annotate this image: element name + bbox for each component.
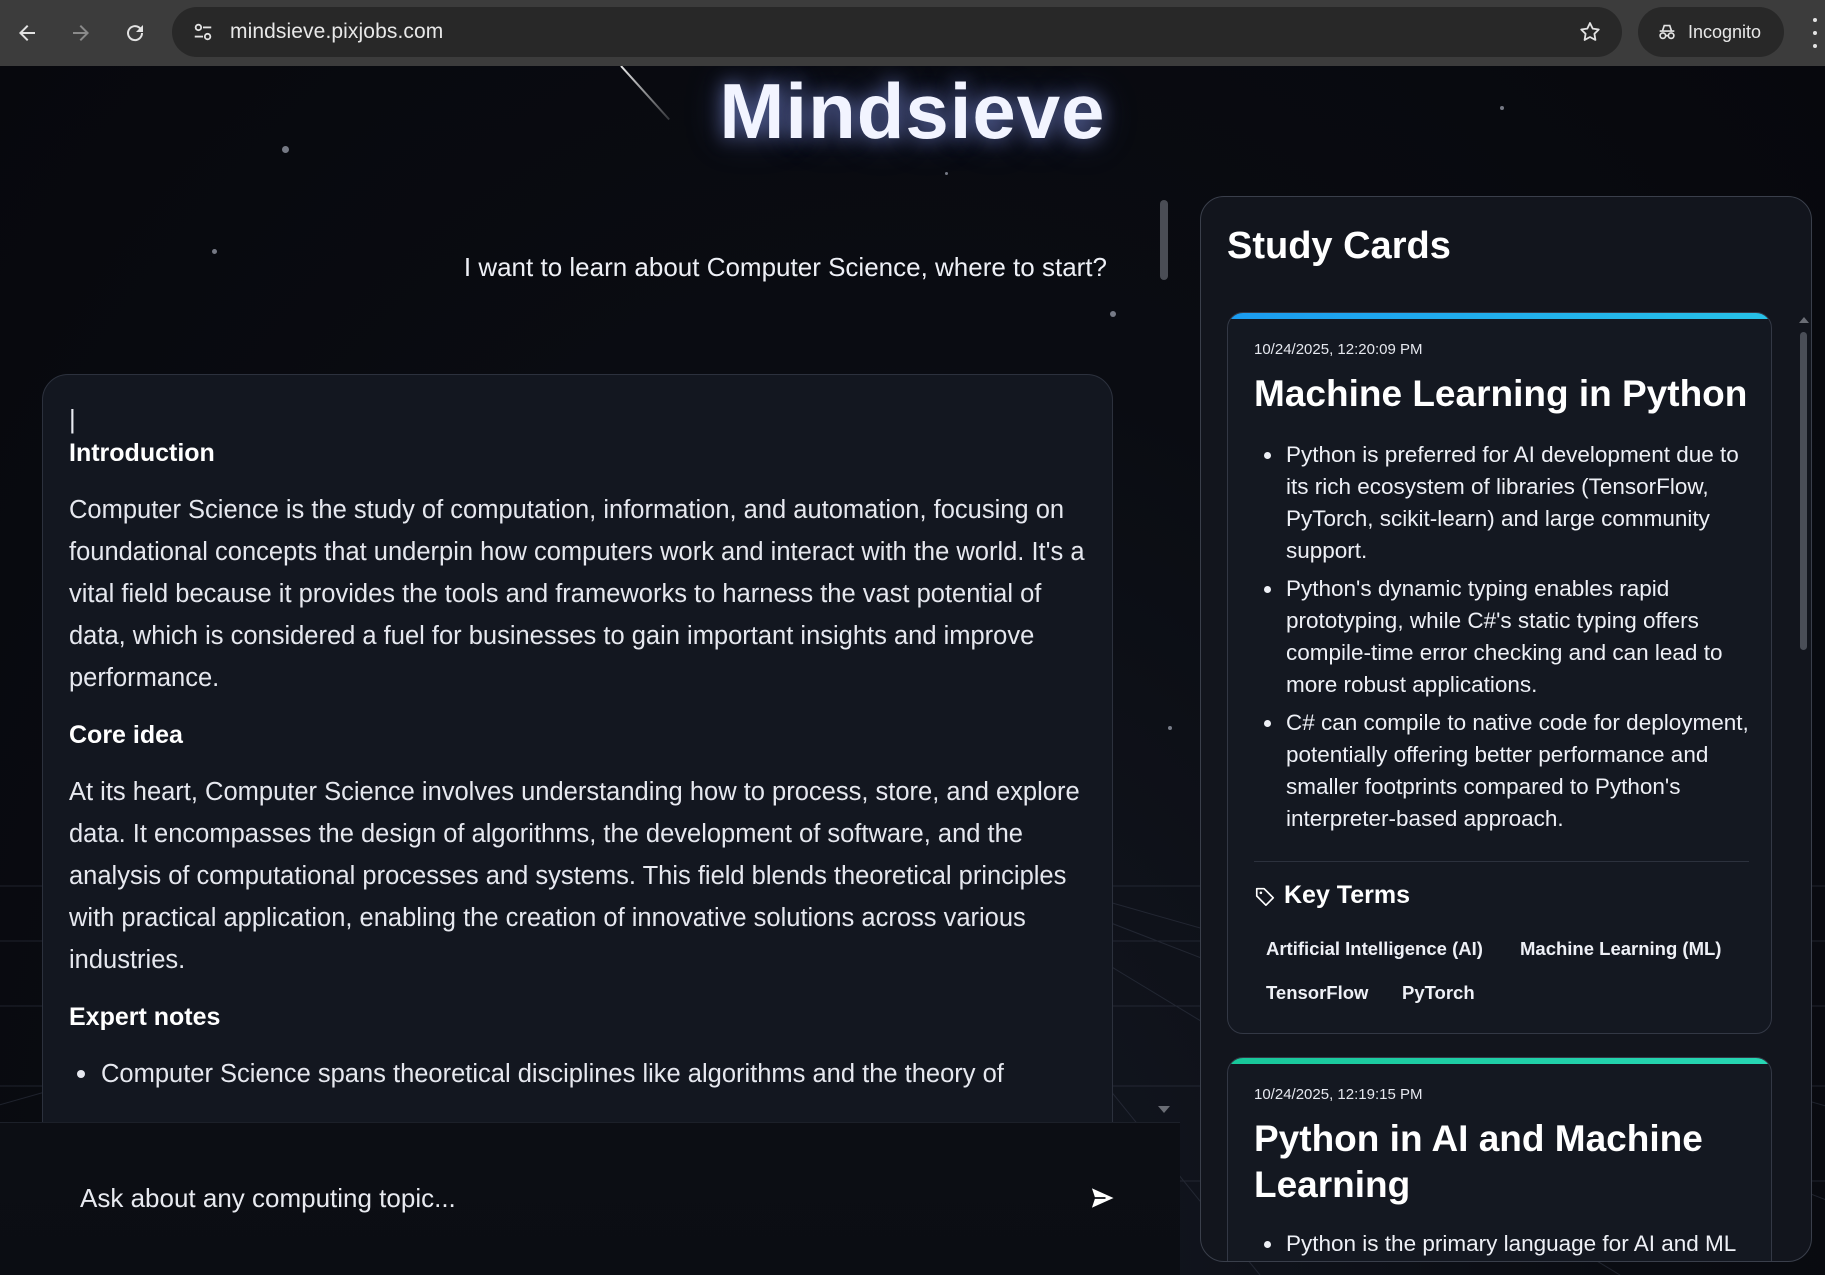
background-star xyxy=(945,172,948,175)
send-button[interactable] xyxy=(1086,1181,1120,1215)
chat-scroll-down-arrow[interactable] xyxy=(1158,1106,1170,1113)
app-title: Mindsieve xyxy=(719,67,1106,155)
card-divider xyxy=(1254,861,1749,862)
card-points-list: Python is the primary language for AI an… xyxy=(1254,1228,1749,1261)
text-cursor: | xyxy=(69,404,76,434)
section-heading-introduction: Introduction xyxy=(69,439,215,467)
chat-scrollbar[interactable] xyxy=(1160,200,1168,280)
study-card[interactable]: 10/24/2025, 12:20:09 PM Machine Learning… xyxy=(1227,312,1772,1034)
site-info-button[interactable] xyxy=(178,7,228,57)
key-term-chip[interactable]: Artificial Intelligence (AI) xyxy=(1266,938,1483,960)
panel-scrollbar[interactable] xyxy=(1800,332,1807,650)
section-body-core-idea: At its heart, Computer Science involves … xyxy=(69,778,1080,974)
assistant-answer-card: | Introduction Computer Science is the s… xyxy=(42,374,1113,1214)
key-term-chip[interactable]: PyTorch xyxy=(1402,982,1475,1004)
forward-button[interactable] xyxy=(54,0,108,66)
browser-toolbar: mindsieve.pixjobs.com Incognito xyxy=(0,0,1825,66)
study-card[interactable]: 10/24/2025, 12:19:15 PM Python in AI and… xyxy=(1227,1057,1772,1261)
user-message: I want to learn about Computer Science, … xyxy=(463,252,1107,282)
section-heading-core-idea: Core idea xyxy=(69,721,183,749)
section-body-introduction: Computer Science is the study of computa… xyxy=(69,496,1085,692)
incognito-indicator[interactable]: Incognito xyxy=(1638,7,1784,57)
back-button[interactable] xyxy=(0,0,54,66)
list-item: Python's dynamic typing enables rapid pr… xyxy=(1254,573,1749,701)
address-bar[interactable]: mindsieve.pixjobs.com xyxy=(172,7,1622,57)
reload-button[interactable] xyxy=(108,0,162,66)
list-item: Python is preferred for AI development d… xyxy=(1254,439,1749,567)
card-timestamp: 10/24/2025, 12:20:09 PM xyxy=(1254,341,1423,358)
vertical-dots-icon[interactable] xyxy=(1810,18,1820,48)
card-accent-bar xyxy=(1228,1058,1771,1064)
tag-icon xyxy=(1255,887,1275,906)
incognito-label: Incognito xyxy=(1688,21,1762,42)
background-star xyxy=(1110,311,1116,317)
key-terms-label: Key Terms xyxy=(1284,881,1410,909)
section-heading-expert-notes: Expert notes xyxy=(69,1003,221,1031)
star-icon[interactable] xyxy=(1578,20,1602,44)
incognito-icon xyxy=(1659,24,1675,40)
tune-icon xyxy=(194,23,212,41)
panel-scroll-up-arrow[interactable] xyxy=(1799,317,1809,323)
chat-input[interactable] xyxy=(80,1173,1040,1223)
url-text[interactable]: mindsieve.pixjobs.com xyxy=(230,20,443,44)
list-item: Python is the primary language for AI an… xyxy=(1254,1228,1749,1260)
key-term-chip[interactable]: TensorFlow xyxy=(1266,982,1368,1004)
card-timestamp: 10/24/2025, 12:19:15 PM xyxy=(1254,1086,1423,1103)
expert-notes-list: Computer Science spans theoretical disci… xyxy=(69,1053,1086,1095)
card-accent-bar xyxy=(1228,313,1771,319)
study-cards-title: Study Cards xyxy=(1227,225,1451,267)
card-title: Python in AI and Machine Learning xyxy=(1254,1118,1703,1205)
reload-icon xyxy=(127,25,144,42)
card-points-list: Python is preferred for AI development d… xyxy=(1254,439,1749,841)
send-icon xyxy=(1089,1185,1117,1211)
key-terms-heading: Key Terms xyxy=(1254,881,1410,910)
study-cards-panel: Study Cards 10/24/2025, 12:20:09 PM Mach… xyxy=(1200,196,1812,1262)
background-star xyxy=(212,249,217,254)
page-viewport: Mindsieve I want to learn about Computer… xyxy=(0,66,1825,1275)
list-item: C# can compile to native code for deploy… xyxy=(1254,707,1749,835)
key-term-chip[interactable]: Machine Learning (ML) xyxy=(1520,938,1721,960)
card-title: Machine Learning in Python xyxy=(1254,373,1748,414)
list-item: Computer Science spans theoretical disci… xyxy=(69,1053,1086,1095)
background-star xyxy=(1168,726,1172,730)
arrow-right-icon xyxy=(73,25,89,41)
arrow-left-icon xyxy=(19,25,35,41)
chat-composer xyxy=(0,1122,1180,1275)
